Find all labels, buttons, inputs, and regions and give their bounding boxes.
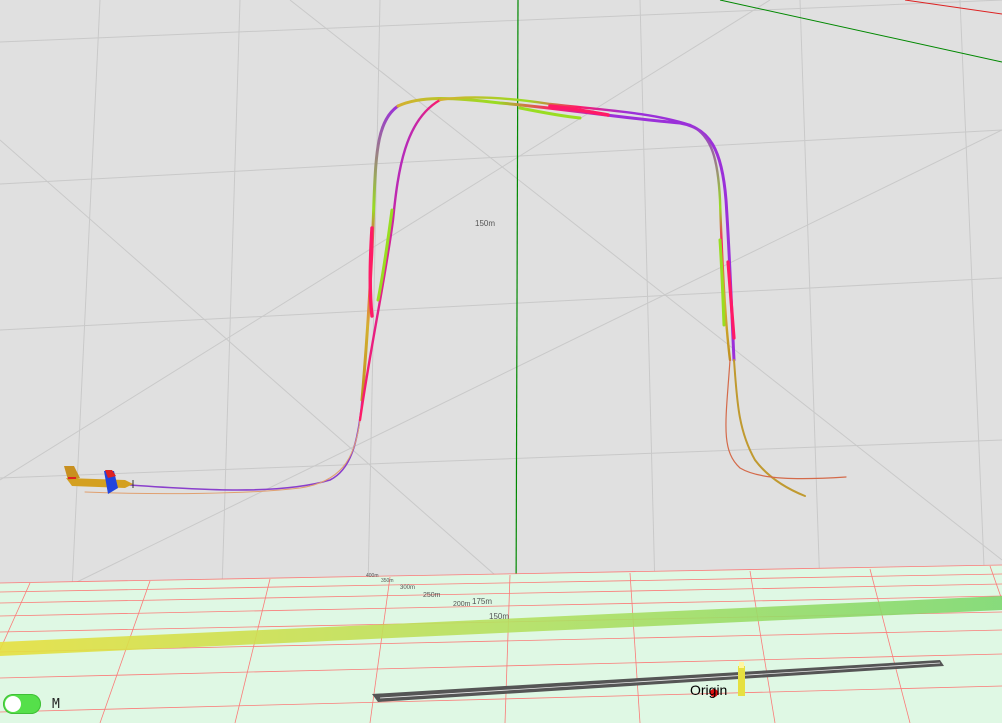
3d-flight-viewport[interactable]: Origin 150m 150m 175m 200m 250m 300m 350… — [0, 0, 1002, 723]
vertical-distance-label: 150m — [475, 219, 495, 228]
ground-distance-label: 300m — [400, 585, 415, 591]
mode-toggle[interactable] — [3, 694, 41, 714]
pilot-position-top — [739, 662, 744, 668]
toggle-knob — [5, 696, 21, 712]
ground-distance-label: 175m — [472, 597, 492, 606]
mode-toggle-label: M — [52, 697, 60, 712]
ground-distance-label: 200m — [453, 601, 471, 608]
ground-distance-label: 150m — [489, 612, 509, 621]
trail-highlight — [368, 226, 374, 318]
ground-distance-label: 400m — [366, 573, 379, 579]
pilot-position-post — [738, 666, 745, 696]
ground-distance-label: 350m — [381, 578, 394, 584]
ground-distance-label: 250m — [423, 592, 441, 599]
origin-label: Origin — [690, 682, 727, 698]
